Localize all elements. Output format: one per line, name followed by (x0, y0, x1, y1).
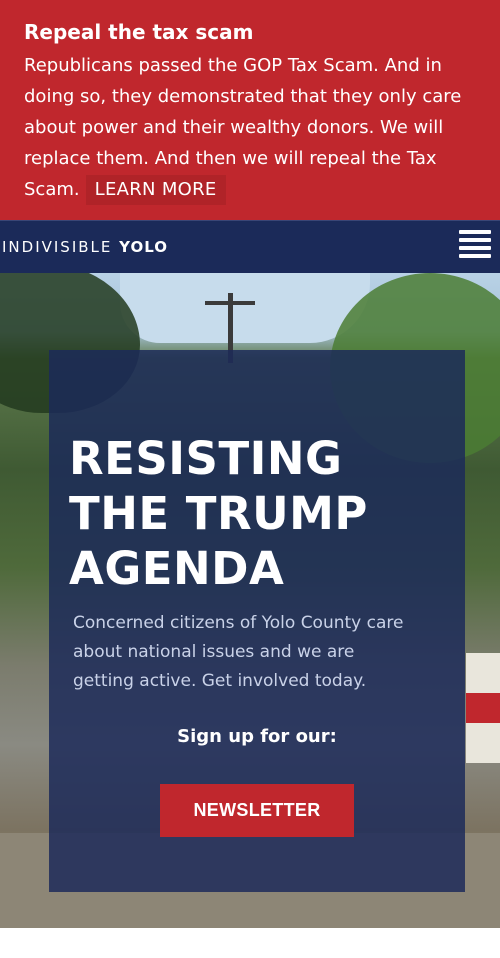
hero-headline: RESISTING THE TRUMP AGENDA (69, 432, 368, 595)
hamburger-menu-icon[interactable] (459, 230, 491, 260)
newsletter-button[interactable]: NEWSLETTER (160, 784, 354, 837)
signup-label: Sign up for our: (177, 726, 337, 747)
banner-body: Republicans passed the GOP Tax Scam. And… (24, 50, 476, 205)
hero-card: RESISTING THE TRUMP AGENDA Concerned cit… (49, 350, 465, 892)
hero-photo-pole-bar (205, 301, 255, 305)
hero-description: Concerned citizens of Yolo County care a… (73, 613, 404, 691)
brand-part-1: INDIVISIBLE (2, 238, 113, 256)
hero-photo-sky (120, 273, 370, 343)
hero-photo-sign-stripe (466, 693, 500, 723)
top-navbar: INDIVISIBLE YOLO (0, 220, 500, 273)
learn-more-link[interactable]: LEARN MORE (85, 175, 226, 205)
banner-title: Repeal the tax scam (24, 20, 254, 44)
hero-section: RESISTING THE TRUMP AGENDA Concerned cit… (0, 273, 500, 928)
site-logo[interactable]: INDIVISIBLE YOLO (2, 238, 168, 256)
announcement-banner: Repeal the tax scam Republicans passed t… (0, 0, 500, 220)
brand-part-2: YOLO (119, 238, 169, 256)
